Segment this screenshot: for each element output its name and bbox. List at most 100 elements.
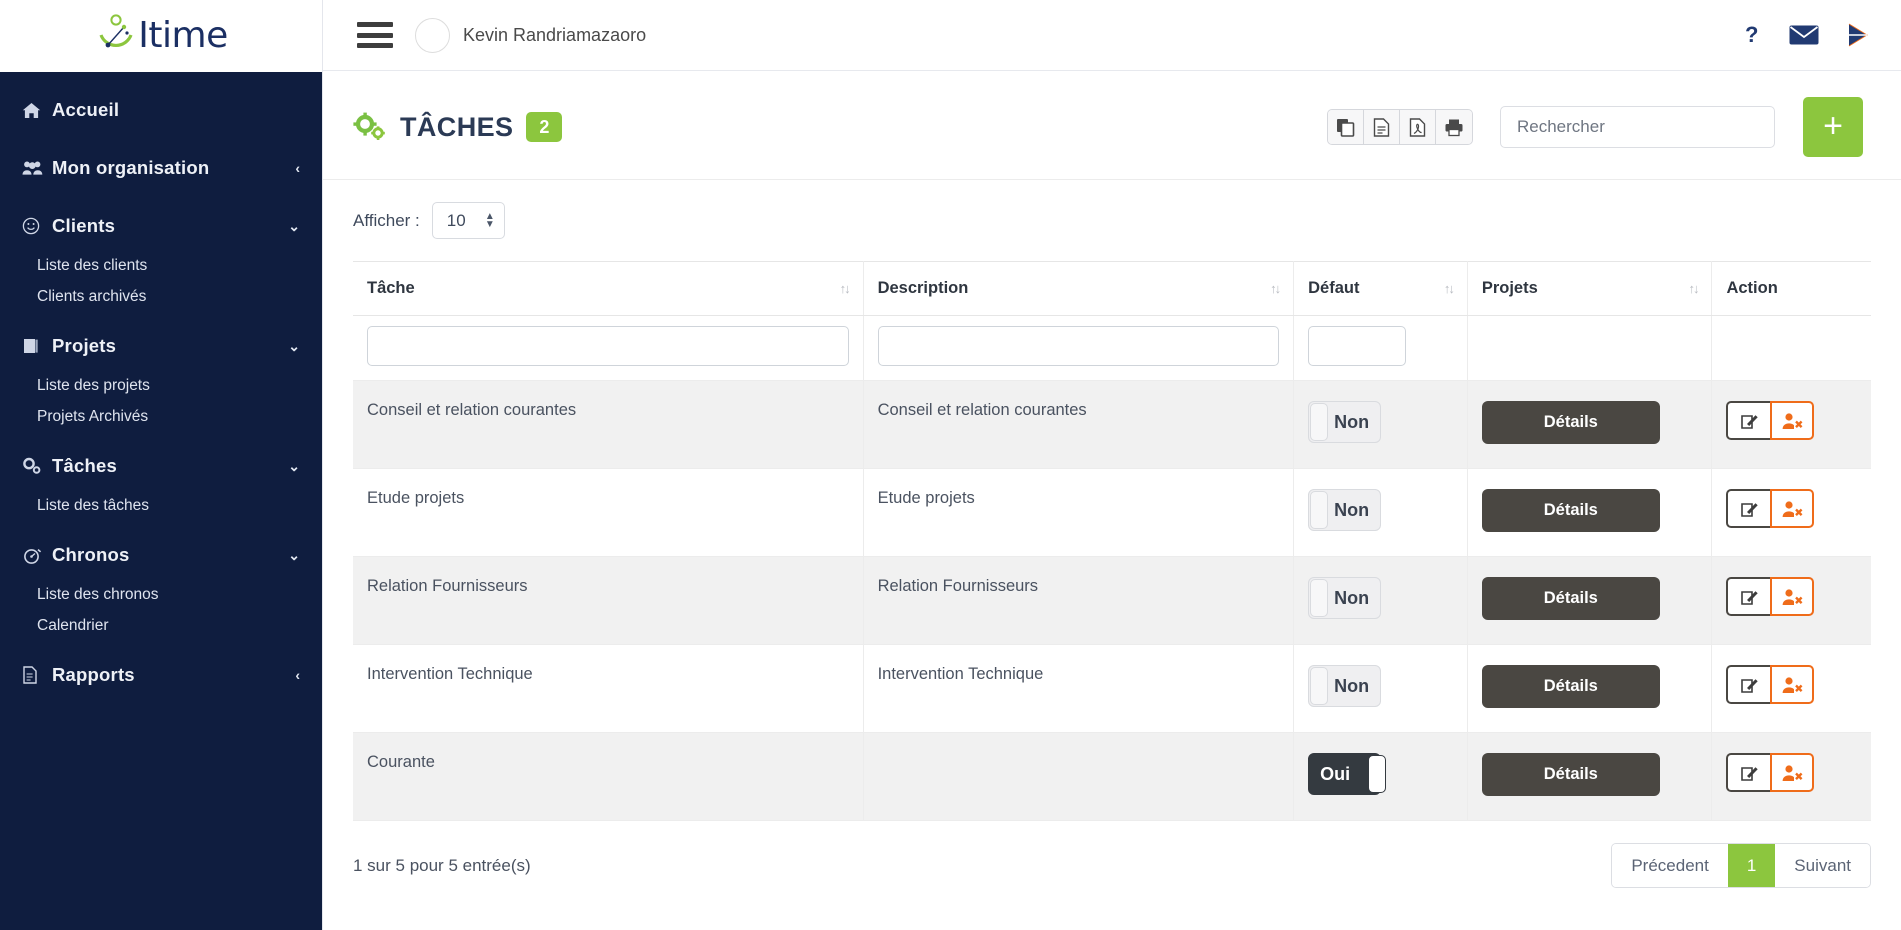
column-header-defaut[interactable]: Défaut ↑↓ bbox=[1293, 261, 1468, 316]
edit-button[interactable] bbox=[1726, 577, 1771, 616]
filter-input-description[interactable] bbox=[877, 326, 1280, 366]
details-button[interactable]: Détails bbox=[1481, 577, 1660, 620]
page-length-select[interactable]: 102550100 bbox=[431, 202, 505, 239]
sidebar-item-taches[interactable]: Tâches ⌄ bbox=[0, 442, 322, 490]
row-actions bbox=[1726, 753, 1857, 792]
paper-plane-icon[interactable] bbox=[1845, 22, 1871, 48]
sidebar-subitem-calendrier[interactable]: Calendrier bbox=[0, 610, 322, 641]
sidebar-item-projets[interactable]: Projets ⌄ bbox=[0, 322, 322, 370]
envelope-icon[interactable] bbox=[1789, 24, 1819, 46]
edit-button[interactable] bbox=[1726, 753, 1771, 792]
delete-button[interactable] bbox=[1770, 665, 1815, 704]
copy-button[interactable] bbox=[1328, 110, 1364, 144]
sidebar-item-label: Chronos bbox=[52, 544, 130, 565]
hamburger-menu-icon[interactable] bbox=[357, 22, 393, 48]
sidebar-arrow: ‹ bbox=[295, 667, 300, 683]
details-button[interactable]: Détails bbox=[1481, 665, 1660, 708]
toggle-label: Non bbox=[1334, 499, 1370, 520]
question-mark-icon[interactable]: ? bbox=[1743, 22, 1763, 48]
sidebar-subitem-clients-archives[interactable]: Clients archivés bbox=[0, 281, 322, 312]
brand-logo[interactable]: Itime bbox=[0, 0, 322, 72]
page-length-label: Afficher : bbox=[353, 210, 420, 230]
cell-defaut: Non bbox=[1293, 644, 1468, 733]
sidebar-item-rapports[interactable]: Rapports ‹ bbox=[0, 651, 322, 699]
sidebar-item-label: Mon organisation bbox=[52, 157, 210, 178]
filter-input-defaut[interactable] bbox=[1308, 326, 1407, 366]
gears-icon bbox=[353, 112, 385, 140]
details-button[interactable]: Détails bbox=[1481, 489, 1660, 532]
itime-logo-icon bbox=[99, 14, 133, 48]
search-input[interactable] bbox=[1500, 106, 1775, 148]
column-header-description[interactable]: Description ↑↓ bbox=[863, 261, 1295, 316]
filter-cell-defaut bbox=[1293, 315, 1468, 381]
cell-defaut: Oui bbox=[1293, 732, 1468, 821]
sidebar-subitem-liste-des-chronos[interactable]: Liste des chronos bbox=[0, 579, 322, 610]
delete-button[interactable] bbox=[1770, 401, 1815, 440]
sidebar-item-mon-organisation[interactable]: Mon organisation ‹ bbox=[0, 144, 322, 192]
sidebar-subitem-label: Liste des projets bbox=[37, 376, 150, 394]
table-head: Tâche ↑↓ Description ↑↓ Défaut ↑↓ Projets ↑↓ bbox=[353, 261, 1871, 381]
cell-description: Conseil et relation courantes bbox=[863, 380, 1295, 469]
table-row: Conseil et relation courantes Conseil et… bbox=[353, 380, 1871, 469]
filter-cell-description bbox=[863, 315, 1295, 381]
sidebar-item-accueil[interactable]: Accueil bbox=[0, 86, 322, 134]
pagination-next[interactable]: Suivant bbox=[1775, 844, 1870, 887]
edit-button[interactable] bbox=[1726, 665, 1771, 704]
cell-action bbox=[1711, 556, 1871, 645]
sidebar-subitem-liste-des-taches[interactable]: Liste des tâches bbox=[0, 490, 322, 521]
sidebar-item-label: Rapports bbox=[52, 664, 135, 685]
cell-projets: Détails bbox=[1467, 732, 1713, 821]
sort-updown-icon: ↑↓ bbox=[1270, 281, 1281, 296]
delete-button[interactable] bbox=[1770, 489, 1815, 528]
pagination-info: 1 sur 5 pour 5 entrée(s) bbox=[353, 855, 531, 875]
defaut-toggle[interactable]: Non bbox=[1308, 489, 1382, 531]
gears-icon bbox=[22, 457, 52, 475]
column-header-projets[interactable]: Projets ↑↓ bbox=[1467, 261, 1713, 316]
add-button[interactable]: + bbox=[1803, 97, 1863, 157]
edit-button[interactable] bbox=[1726, 401, 1771, 440]
cell-action bbox=[1711, 732, 1871, 821]
row-actions bbox=[1726, 665, 1857, 704]
sidebar-subitem-projets-archives[interactable]: Projets Archivés bbox=[0, 401, 322, 432]
sidebar-subitem-liste-des-clients[interactable]: Liste des clients bbox=[0, 250, 322, 281]
app-root: Itime Accueil Mon organisation ‹ Clients… bbox=[0, 0, 1901, 930]
page-title: TÂCHES 2 bbox=[353, 112, 563, 143]
defaut-toggle[interactable]: Non bbox=[1308, 577, 1382, 619]
defaut-toggle[interactable]: Non bbox=[1308, 665, 1382, 707]
sidebar-item-chronos[interactable]: Chronos ⌄ bbox=[0, 531, 322, 579]
avatar[interactable] bbox=[415, 17, 450, 53]
defaut-toggle[interactable]: Non bbox=[1308, 401, 1382, 443]
filter-input-tache[interactable] bbox=[367, 326, 849, 366]
toggle-knob bbox=[1310, 667, 1329, 705]
pencil-square-icon bbox=[1741, 414, 1758, 429]
defaut-toggle[interactable]: Oui bbox=[1308, 753, 1387, 795]
sidebar-nav: Accueil Mon organisation ‹ Clients ⌄ Lis… bbox=[0, 72, 322, 930]
pdf-export-button[interactable] bbox=[1400, 110, 1436, 144]
cell-action bbox=[1711, 644, 1871, 733]
column-header-tache[interactable]: Tâche ↑↓ bbox=[353, 261, 864, 316]
pagination-page-1[interactable]: 1 bbox=[1727, 844, 1776, 887]
sidebar-subitem-liste-des-projets[interactable]: Liste des projets bbox=[0, 370, 322, 401]
cell-defaut: Non bbox=[1293, 556, 1468, 645]
details-button[interactable]: Détails bbox=[1481, 401, 1660, 444]
status-badge: 2 bbox=[526, 112, 563, 142]
user-remove-icon bbox=[1782, 764, 1803, 781]
user-name: Kevin Randriamazaoro bbox=[463, 24, 647, 45]
details-button[interactable]: Détails bbox=[1481, 753, 1660, 796]
edit-button[interactable] bbox=[1726, 489, 1771, 528]
print-button[interactable] bbox=[1436, 110, 1472, 144]
table-header-row: Tâche ↑↓ Description ↑↓ Défaut ↑↓ Projets ↑↓ bbox=[353, 261, 1871, 316]
sidebar-item-clients[interactable]: Clients ⌄ bbox=[0, 202, 322, 250]
pagination-previous[interactable]: Précedent bbox=[1612, 844, 1728, 887]
excel-export-button[interactable] bbox=[1364, 110, 1400, 144]
book-icon bbox=[22, 338, 52, 354]
delete-button[interactable] bbox=[1770, 753, 1815, 792]
delete-button[interactable] bbox=[1770, 577, 1815, 616]
tasks-table: Tâche ↑↓ Description ↑↓ Défaut ↑↓ Projets ↑↓ bbox=[353, 261, 1871, 821]
sidebar-arrow: ⌄ bbox=[288, 458, 300, 474]
cell-description: Intervention Technique bbox=[863, 644, 1295, 733]
sidebar-subitem-label: Clients archivés bbox=[37, 287, 147, 305]
